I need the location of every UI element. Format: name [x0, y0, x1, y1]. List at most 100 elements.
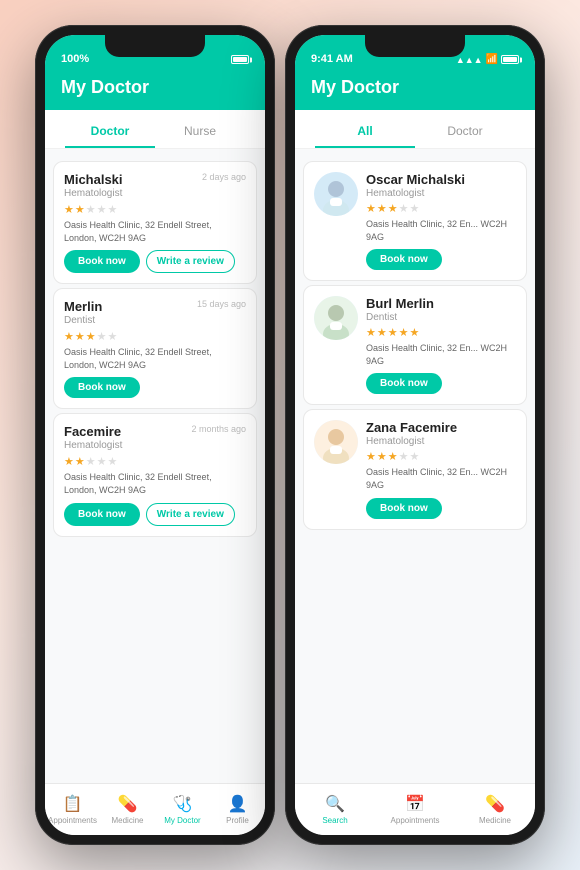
star2: ★	[75, 330, 85, 343]
specialty-facemire-left: Hematologist	[64, 440, 122, 451]
wifi-icon: 📶	[486, 54, 498, 65]
book-btn-facemire-left[interactable]: Book now	[64, 503, 140, 526]
specialty-oscar: Hematologist	[366, 188, 465, 199]
avatar-zana-svg	[314, 420, 358, 464]
time-ago-michalski-left: 2 days ago	[202, 172, 246, 182]
star4: ★	[97, 203, 107, 216]
tabs-right: All Doctor	[295, 110, 535, 149]
nav-label-medicine-right: Medicine	[479, 816, 511, 825]
nav-mydoctor-left[interactable]: 🩺 My Doctor	[155, 794, 210, 825]
profile-icon-left: 👤	[228, 794, 248, 814]
card-zana-right: Zana Facemire Hematologist ★ ★ ★ ★ ★ Oas…	[303, 409, 527, 529]
nav-profile-left[interactable]: 👤 Profile	[210, 794, 265, 825]
star1: ★	[64, 455, 74, 468]
doctor-name-michalski-left: Michalski	[64, 172, 123, 187]
review-btn-facemire-left[interactable]: Write a review	[146, 503, 235, 526]
tab-doctor-right[interactable]: Doctor	[415, 118, 515, 148]
status-time-left: 100%	[61, 53, 89, 65]
card-merlin-left: Merlin Dentist 15 days ago ★ ★ ★ ★ ★ Oas…	[53, 288, 257, 409]
stars-oscar: ★ ★ ★ ★ ★	[366, 202, 516, 215]
doctor-name-merlin-left: Merlin	[64, 299, 102, 314]
right-phone: 9:41 AM ▲▲▲ 📶 My Doctor All Doctor	[285, 25, 545, 845]
stars-facemire-left: ★ ★ ★ ★ ★	[64, 455, 246, 468]
app-title-right: My Doctor	[311, 77, 519, 98]
appointments-icon-right: 📅	[405, 794, 425, 814]
nav-label-profile-left: Profile	[226, 816, 249, 825]
tab-doctor-left[interactable]: Doctor	[65, 118, 155, 148]
star5: ★	[108, 455, 118, 468]
app-header-right: My Doctor	[295, 69, 535, 110]
star2: ★	[75, 455, 85, 468]
address-oscar: Oasis Health Clinic, 32 En... WC2H 9AG	[366, 218, 516, 243]
status-icons-left	[231, 54, 249, 65]
address-facemire-left: Oasis Health Clinic, 32 Endell Street, L…	[64, 471, 246, 496]
actions-michalski-left: Book now Write a review	[64, 250, 246, 273]
specialty-michalski-left: Hematologist	[64, 188, 123, 199]
status-time-right: 9:41 AM	[311, 53, 353, 65]
avatar-burl	[314, 296, 358, 340]
review-btn-michalski-left[interactable]: Write a review	[146, 250, 235, 273]
signal-icon: ▲▲▲	[456, 55, 483, 65]
star3: ★	[86, 203, 96, 216]
avatar-zana	[314, 420, 358, 464]
battery-icon	[231, 54, 249, 65]
star1: ★	[64, 330, 74, 343]
tab-nurse-left[interactable]: Nurse	[155, 118, 245, 148]
nav-medicine-left[interactable]: 💊 Medicine	[100, 794, 155, 825]
stars-michalski-left: ★ ★ ★ ★ ★	[64, 203, 246, 216]
content-right: Oscar Michalski Hematologist ★ ★ ★ ★ ★	[295, 149, 535, 783]
stars-merlin-left: ★ ★ ★ ★ ★	[64, 330, 246, 343]
book-btn-merlin-left[interactable]: Book now	[64, 377, 140, 398]
address-merlin-left: Oasis Health Clinic, 32 Endell Street, L…	[64, 346, 246, 371]
notch-right	[365, 35, 465, 57]
nav-appointments-left[interactable]: 📋 Appointments	[45, 794, 100, 825]
star4: ★	[97, 455, 107, 468]
time-ago-merlin-left: 15 days ago	[197, 299, 246, 309]
actions-facemire-left: Book now Write a review	[64, 503, 246, 526]
nav-label-appointments-right: Appointments	[391, 816, 440, 825]
nav-label-appointments-left: Appointments	[48, 816, 97, 825]
specialty-merlin-left: Dentist	[64, 315, 102, 326]
book-btn-oscar[interactable]: Book now	[366, 249, 442, 270]
stars-burl: ★ ★ ★ ★ ★	[366, 326, 516, 339]
card-burl-right: Burl Merlin Dentist ★ ★ ★ ★ ★ Oasis Heal…	[303, 285, 527, 405]
app-title-left: My Doctor	[61, 77, 249, 98]
avatar-oscar-svg	[314, 172, 358, 216]
status-icons-right: ▲▲▲ 📶	[456, 54, 519, 65]
appointments-icon-left: 📋	[63, 794, 83, 814]
address-zana: Oasis Health Clinic, 32 En... WC2H 9AG	[366, 466, 516, 491]
book-btn-burl[interactable]: Book now	[366, 373, 442, 394]
specialty-burl: Dentist	[366, 312, 516, 323]
address-michalski-left: Oasis Health Clinic, 32 Endell Street, L…	[64, 219, 246, 244]
nav-search-right[interactable]: 🔍 Search	[295, 794, 375, 825]
avatar-oscar	[314, 172, 358, 216]
search-icon-right: 🔍	[325, 794, 345, 814]
doctor-name-zana: Zana Facemire	[366, 420, 516, 435]
actions-merlin-left: Book now	[64, 377, 246, 398]
time-ago-facemire-left: 2 months ago	[191, 424, 246, 434]
card-oscar-right: Oscar Michalski Hematologist ★ ★ ★ ★ ★	[303, 161, 527, 281]
address-burl: Oasis Health Clinic, 32 En... WC2H 9AG	[366, 342, 516, 367]
star3: ★	[86, 455, 96, 468]
nav-medicine-right[interactable]: 💊 Medicine	[455, 794, 535, 825]
card-facemire-left: Facemire Hematologist 2 months ago ★ ★ ★…	[53, 413, 257, 536]
doctor-name-facemire-left: Facemire	[64, 424, 122, 439]
star5: ★	[108, 330, 118, 343]
mydoctor-icon-left: 🩺	[173, 794, 193, 814]
star5: ★	[108, 203, 118, 216]
book-btn-michalski-left[interactable]: Book now	[64, 250, 140, 273]
specialty-zana: Hematologist	[366, 436, 516, 447]
doctor-name-oscar: Oscar Michalski	[366, 172, 465, 187]
tab-all-right[interactable]: All	[315, 118, 415, 148]
tabs-left: Doctor Nurse	[45, 110, 265, 149]
star3: ★	[86, 330, 96, 343]
medicine-icon-left: 💊	[118, 794, 138, 814]
nav-appointments-right[interactable]: 📅 Appointments	[375, 794, 455, 825]
bottom-nav-right: 🔍 Search 📅 Appointments 💊 Medicine	[295, 783, 535, 835]
book-btn-zana[interactable]: Book now	[366, 498, 442, 519]
star4: ★	[97, 330, 107, 343]
doctor-name-burl: Burl Merlin	[366, 296, 516, 311]
notch	[105, 35, 205, 57]
nav-label-search-right: Search	[322, 816, 347, 825]
card-michalski-left: Michalski Hematologist 2 days ago ★ ★ ★ …	[53, 161, 257, 284]
